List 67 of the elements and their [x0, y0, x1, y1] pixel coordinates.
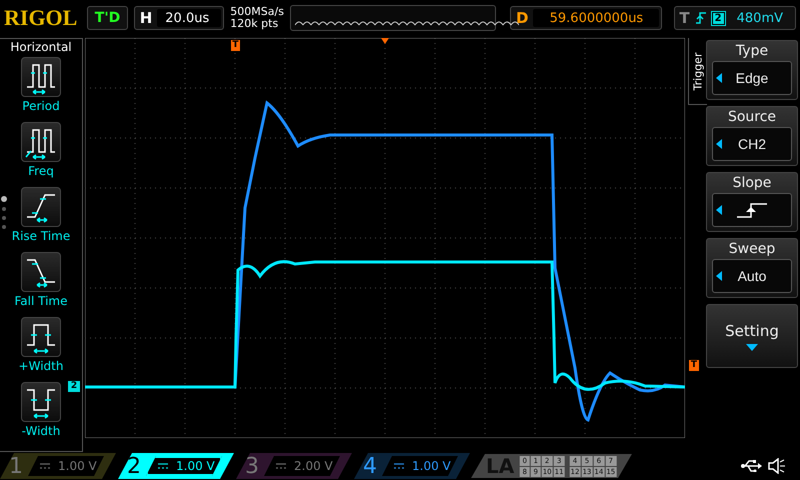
left-arrow-icon — [716, 139, 722, 149]
channel-number: 4 — [362, 454, 378, 478]
button-label: Fall Time — [14, 294, 68, 308]
measure-button[interactable] — [21, 57, 61, 97]
delay-display[interactable]: D 59.6000000us — [510, 6, 662, 30]
trigger-source: 2 — [712, 12, 725, 24]
channel-scale: 1.00 V — [412, 459, 451, 473]
channel-tab[interactable]: 4 1.00 V — [354, 453, 470, 479]
button-label: +Width — [18, 359, 64, 373]
channel-tab[interactable]: 2 1.00 V — [118, 453, 234, 479]
button-label: -Width — [22, 424, 60, 438]
menu-title: Trigger — [692, 52, 704, 90]
rising-edge-icon — [696, 12, 706, 24]
channel-number: 1 — [8, 454, 24, 478]
run-status: T'D — [87, 6, 128, 30]
timebase-label: H — [138, 9, 154, 27]
menu-value-button[interactable]: Auto — [712, 259, 792, 293]
timebase-value: 20.0us — [157, 9, 222, 27]
speaker-muted-icon — [768, 458, 786, 474]
measure-button[interactable] — [21, 382, 61, 422]
menu-item-title: Source — [728, 108, 776, 127]
channel-number: 3 — [244, 454, 260, 478]
measure-button[interactable] — [21, 122, 61, 162]
caret-icon — [746, 344, 758, 350]
dc-coupling-icon — [158, 463, 168, 469]
trigger-position-marker: T — [231, 40, 240, 51]
channel-scale: 1.00 V — [176, 459, 215, 473]
button-label: Period — [22, 99, 60, 113]
menu-button[interactable]: Setting — [706, 304, 798, 368]
left-arrow-icon — [716, 205, 722, 215]
memory-depth: 120k pts — [230, 18, 280, 30]
timebase-display[interactable]: H 20.0us — [134, 6, 224, 30]
menu-item-title: Type — [736, 42, 768, 61]
button-label: Rise Time — [12, 229, 70, 243]
delay-marker-icon — [381, 38, 389, 44]
channel-marker: 2 — [68, 381, 80, 392]
menu-item-title: Sweep — [728, 240, 776, 259]
delay-label: D — [514, 9, 530, 27]
channel-tab[interactable]: 1 1.00 V — [0, 453, 116, 479]
left-arrow-icon — [716, 73, 722, 83]
measure-button[interactable] — [20, 317, 61, 357]
measure-button[interactable] — [20, 252, 61, 292]
menu-value-button[interactable] — [712, 193, 792, 227]
rising-edge-icon — [736, 202, 768, 218]
left-arrow-icon — [716, 271, 722, 281]
measure-button[interactable] — [21, 187, 61, 227]
menu-value-button[interactable]: Edge — [712, 61, 792, 95]
channel-scale: 2.00 V — [294, 459, 333, 473]
dc-coupling-icon — [394, 463, 404, 469]
dc-coupling-icon — [40, 463, 50, 469]
delay-value: 59.6000000us — [533, 9, 660, 27]
trigger-display[interactable]: T 2 480mV — [674, 6, 796, 30]
trigger-label: T — [679, 9, 690, 27]
dc-coupling-icon — [276, 463, 286, 469]
menu-item-title: Slope — [732, 174, 772, 193]
usb-icon — [740, 460, 762, 472]
panel-title: Horizontal — [10, 39, 72, 56]
waveform-preview-icon — [294, 19, 519, 27]
sample-rate: 500MSa/s — [230, 6, 284, 18]
trigger-level-marker: T — [689, 360, 699, 371]
button-label: Freq — [28, 164, 54, 178]
trigger-level: 480mV — [736, 10, 783, 26]
channel-scale: 1.00 V — [58, 459, 97, 473]
brand-logo: RIGOL — [4, 5, 78, 31]
channel-tab[interactable]: 3 2.00 V — [236, 453, 352, 479]
channel-number: 2 — [126, 454, 142, 478]
menu-value-button[interactable]: CH2 — [712, 127, 792, 161]
